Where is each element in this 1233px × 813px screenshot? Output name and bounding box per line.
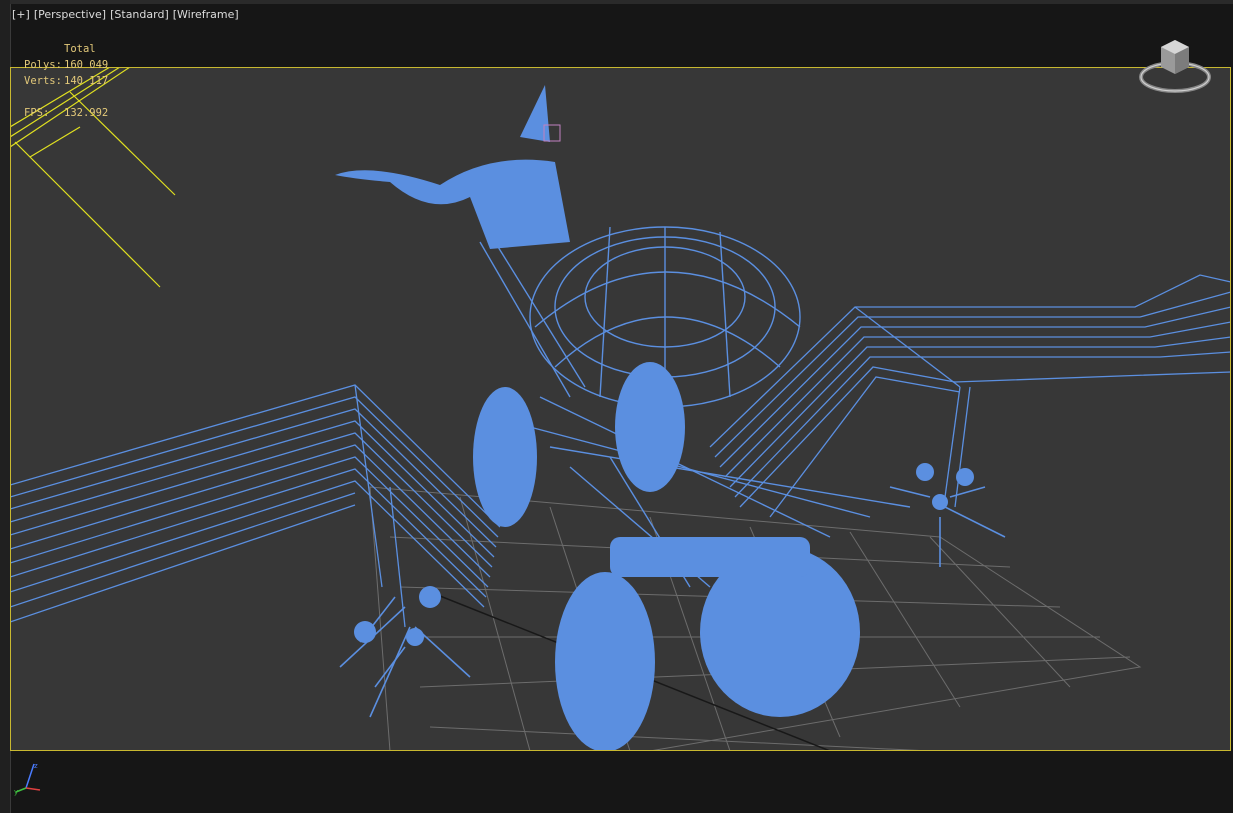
stats-fps-row: FPS: 132.992 — [24, 105, 108, 121]
stats-verts-row: Verts: 140 117 — [24, 73, 108, 89]
stats-overlay: Total Polys: 160 049 Verts: 140 117 FPS:… — [24, 41, 108, 121]
verts-label: Verts: — [24, 75, 62, 87]
stats-polys-row: Polys: 160 049 — [24, 57, 108, 73]
polys-label: Polys: — [24, 59, 62, 71]
viewport-view-menu[interactable]: [Perspective] — [34, 8, 106, 21]
fps-label: FPS: — [24, 107, 50, 119]
axis-tripod-icon: z y — [14, 762, 41, 796]
viewport-label-menu[interactable]: [+] [Perspective] [Standard] [Wireframe] — [12, 8, 239, 21]
viewport-mode-menu[interactable]: [Wireframe] — [173, 8, 239, 21]
top-strip — [10, 0, 1233, 4]
fps-value: 132.992 — [64, 107, 109, 119]
viewport-plus-menu[interactable]: [+] — [12, 8, 30, 21]
polys-value: 160 049 — [64, 59, 109, 71]
stats-header: Total — [64, 43, 96, 55]
app-frame: [+] [Perspective] [Standard] [Wireframe] — [0, 0, 1233, 813]
viewport-canvas[interactable] — [10, 67, 1231, 751]
viewport-shading-menu[interactable]: [Standard] — [110, 8, 169, 21]
viewcube-icon[interactable] — [1137, 37, 1213, 99]
svg-text:z: z — [34, 762, 38, 770]
verts-value: 140 117 — [64, 75, 109, 87]
svg-text:y: y — [14, 788, 18, 796]
